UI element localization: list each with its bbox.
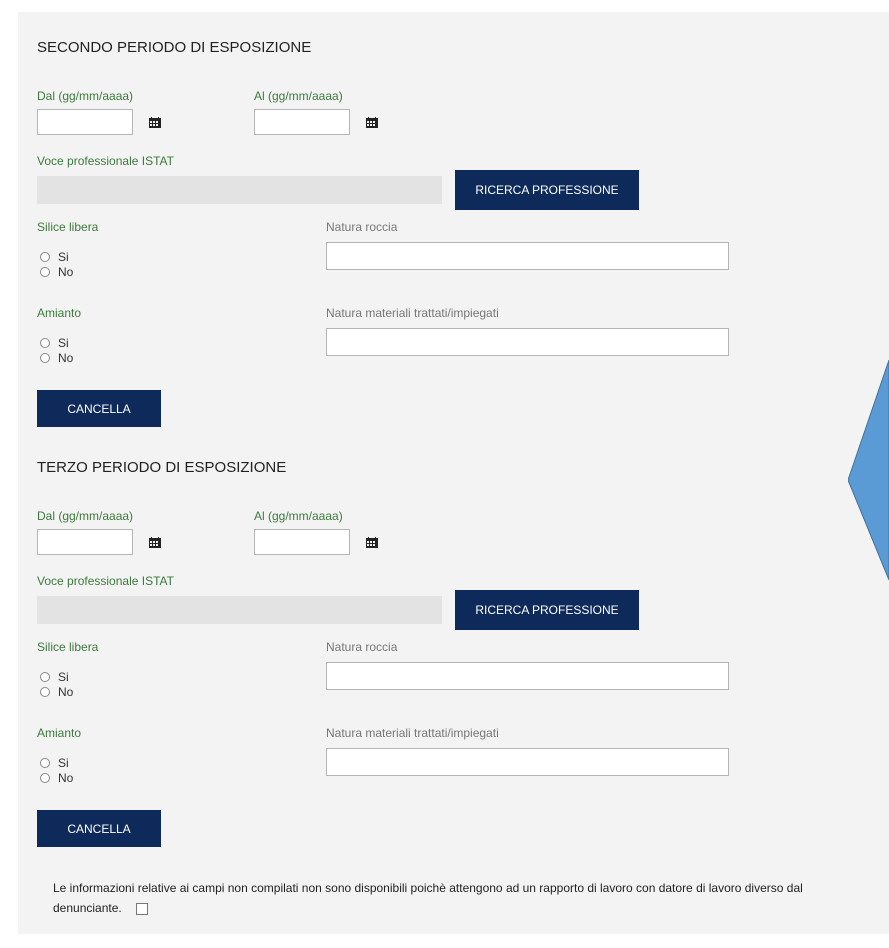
dal-label: Dal (gg/mm/aaaa)	[37, 509, 134, 523]
ricerca-professione-button[interactable]: RICERCA PROFESSIONE	[455, 170, 639, 210]
amianto-no-option[interactable]: No	[40, 771, 73, 785]
natura-roccia-label: Natura roccia	[326, 220, 398, 234]
al-date-input[interactable]	[254, 109, 350, 135]
dal-label: Dal (gg/mm/aaaa)	[37, 89, 134, 103]
amianto-si-option[interactable]: Si	[40, 336, 69, 350]
cancella-button[interactable]: CANCELLA	[37, 810, 161, 847]
disclaimer-checkbox[interactable]	[135, 902, 148, 915]
arrow-shape	[848, 360, 889, 580]
disclaimer-text: Le informazioni relative ai campi non co…	[53, 881, 803, 915]
calendar-icon[interactable]	[149, 117, 161, 128]
silice-si-option[interactable]: Si	[40, 250, 69, 264]
amianto-no-option[interactable]: No	[40, 351, 73, 365]
calendar-icon[interactable]	[366, 537, 378, 548]
silice-label: Silice libera	[37, 220, 99, 234]
istat-field	[37, 176, 442, 204]
al-date-input[interactable]	[254, 529, 350, 555]
silice-no-option[interactable]: No	[40, 265, 73, 279]
silice-label: Silice libera	[37, 640, 99, 654]
calendar-icon[interactable]	[366, 117, 378, 128]
dal-date-input[interactable]	[37, 109, 133, 135]
natura-materiali-label: Natura materiali trattati/impiegati	[326, 306, 499, 320]
istat-label: Voce professionale ISTAT	[37, 574, 174, 588]
natura-materiali-input[interactable]	[326, 748, 729, 776]
al-label: Al (gg/mm/aaaa)	[254, 89, 343, 103]
natura-materiali-label: Natura materiali trattati/impiegati	[326, 726, 499, 740]
istat-field	[37, 596, 442, 624]
dal-date-input[interactable]	[37, 529, 133, 555]
radio-button[interactable]	[40, 757, 50, 768]
radio-button[interactable]	[40, 772, 50, 783]
section-title: TERZO PERIODO DI ESPOSIZIONE	[37, 459, 287, 476]
silice-no-option[interactable]: No	[40, 685, 73, 699]
al-label: Al (gg/mm/aaaa)	[254, 509, 343, 523]
amianto-label: Amianto	[37, 726, 82, 740]
radio-button[interactable]	[40, 352, 50, 363]
radio-button[interactable]	[40, 251, 50, 262]
istat-label: Voce professionale ISTAT	[37, 154, 174, 168]
ricerca-professione-button[interactable]: RICERCA PROFESSIONE	[455, 590, 639, 630]
radio-button[interactable]	[40, 337, 50, 348]
natura-roccia-input[interactable]	[326, 242, 729, 270]
radio-button[interactable]	[40, 266, 50, 277]
natura-roccia-input[interactable]	[326, 662, 729, 690]
amianto-label: Amianto	[37, 306, 82, 320]
calendar-icon[interactable]	[149, 537, 161, 548]
amianto-si-option[interactable]: Si	[40, 756, 69, 770]
section-title: SECONDO PERIODO DI ESPOSIZIONE	[37, 39, 312, 56]
natura-roccia-label: Natura roccia	[326, 640, 398, 654]
natura-materiali-input[interactable]	[326, 328, 729, 356]
radio-button[interactable]	[40, 686, 50, 697]
disclaimer-note: Le informazioni relative ai campi non co…	[53, 878, 843, 918]
silice-si-option[interactable]: Si	[40, 670, 69, 684]
cancella-button[interactable]: CANCELLA	[37, 390, 161, 427]
radio-button[interactable]	[40, 671, 50, 682]
